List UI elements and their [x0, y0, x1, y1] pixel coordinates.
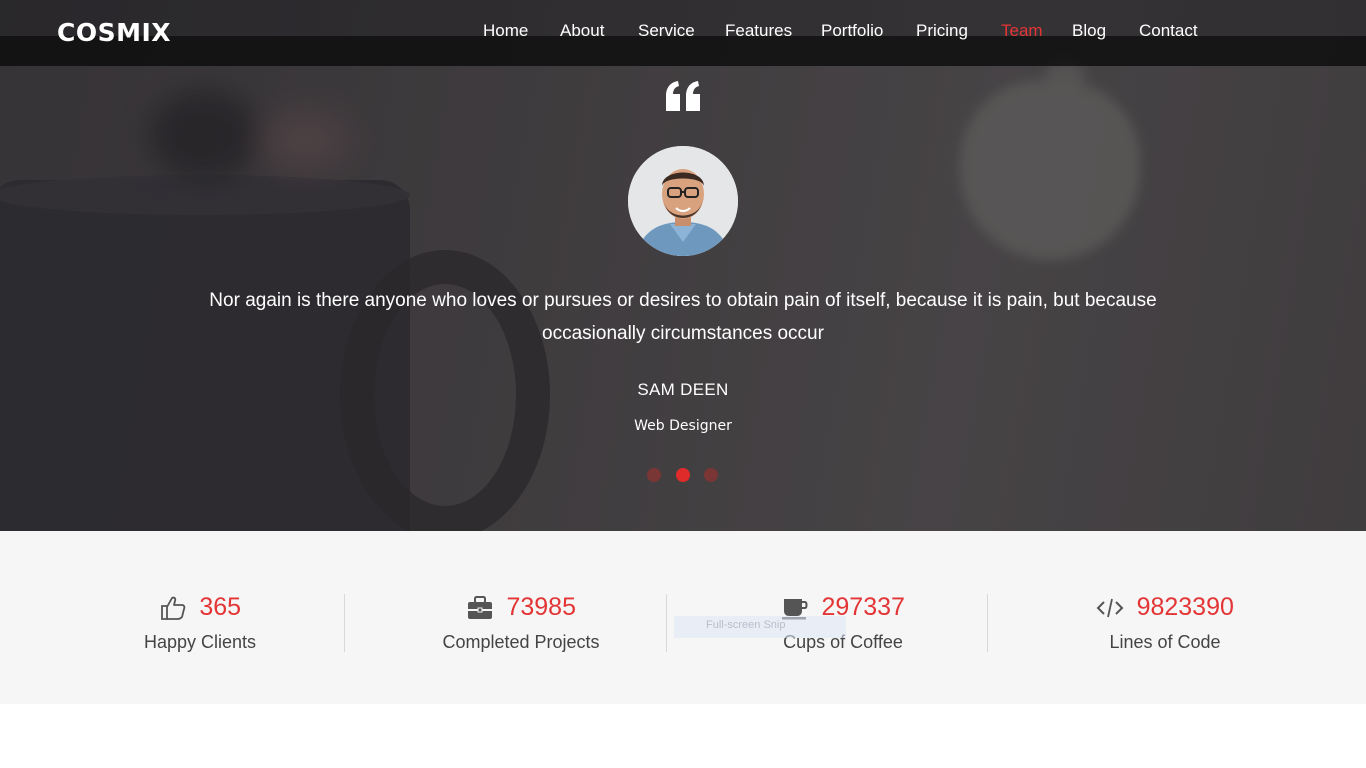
- carousel-dots: [647, 467, 719, 483]
- testimonial-section: Nor again is there anyone who loves or p…: [0, 0, 1366, 531]
- site-logo[interactable]: COSMIX: [57, 18, 171, 47]
- thumbs-up-icon: [161, 596, 186, 620]
- stat-lines-of-code: 9823390 Lines of Code: [1005, 531, 1325, 704]
- stat-value: 365: [199, 593, 242, 621]
- stat-divider: [987, 594, 988, 652]
- testimonial-quote: Nor again is there anyone who loves or p…: [150, 284, 1216, 350]
- nav-item-home[interactable]: Home: [483, 21, 528, 41]
- nav-item-contact[interactable]: Contact: [1139, 21, 1198, 41]
- stat-label: Lines of Code: [1109, 632, 1221, 652]
- stat-label: Completed Projects: [442, 632, 600, 652]
- nav-item-service[interactable]: Service: [638, 21, 695, 41]
- snip-tooltip: Full-screen Snip: [674, 616, 846, 638]
- carousel-dot-2[interactable]: [676, 468, 690, 482]
- stat-value: 9823390: [1136, 593, 1234, 621]
- stat-divider: [666, 594, 667, 652]
- carousel-dot-3[interactable]: [704, 468, 718, 482]
- author-photo: [628, 146, 738, 256]
- nav-item-about[interactable]: About: [560, 21, 604, 41]
- quote-line-2: occasionally circumstances occur: [542, 323, 824, 344]
- quote-left-icon: [666, 81, 700, 111]
- carousel-dot-1[interactable]: [647, 468, 661, 482]
- stat-completed-projects: 73985 Completed Projects: [361, 531, 681, 704]
- avatar: [628, 146, 738, 256]
- briefcase-icon: [468, 595, 492, 619]
- stat-label: Happy Clients: [143, 632, 257, 652]
- author-role: Web Designer: [634, 418, 732, 434]
- site-header: COSMIX Home About Service Features Portf…: [0, 0, 1366, 66]
- nav-item-blog[interactable]: Blog: [1072, 21, 1106, 41]
- code-icon: [1096, 598, 1124, 617]
- nav-item-portfolio[interactable]: Portfolio: [821, 21, 883, 41]
- stat-value: 73985: [506, 593, 576, 621]
- author-name: SAM DEEN: [637, 380, 729, 399]
- nav-item-team[interactable]: Team: [1001, 21, 1043, 41]
- nav-item-pricing[interactable]: Pricing: [916, 21, 968, 41]
- nav-item-features[interactable]: Features: [725, 21, 792, 41]
- quote-line-1: Nor again is there anyone who loves or p…: [209, 290, 1157, 311]
- stat-divider: [344, 594, 345, 652]
- stat-happy-clients: 365 Happy Clients: [40, 531, 360, 704]
